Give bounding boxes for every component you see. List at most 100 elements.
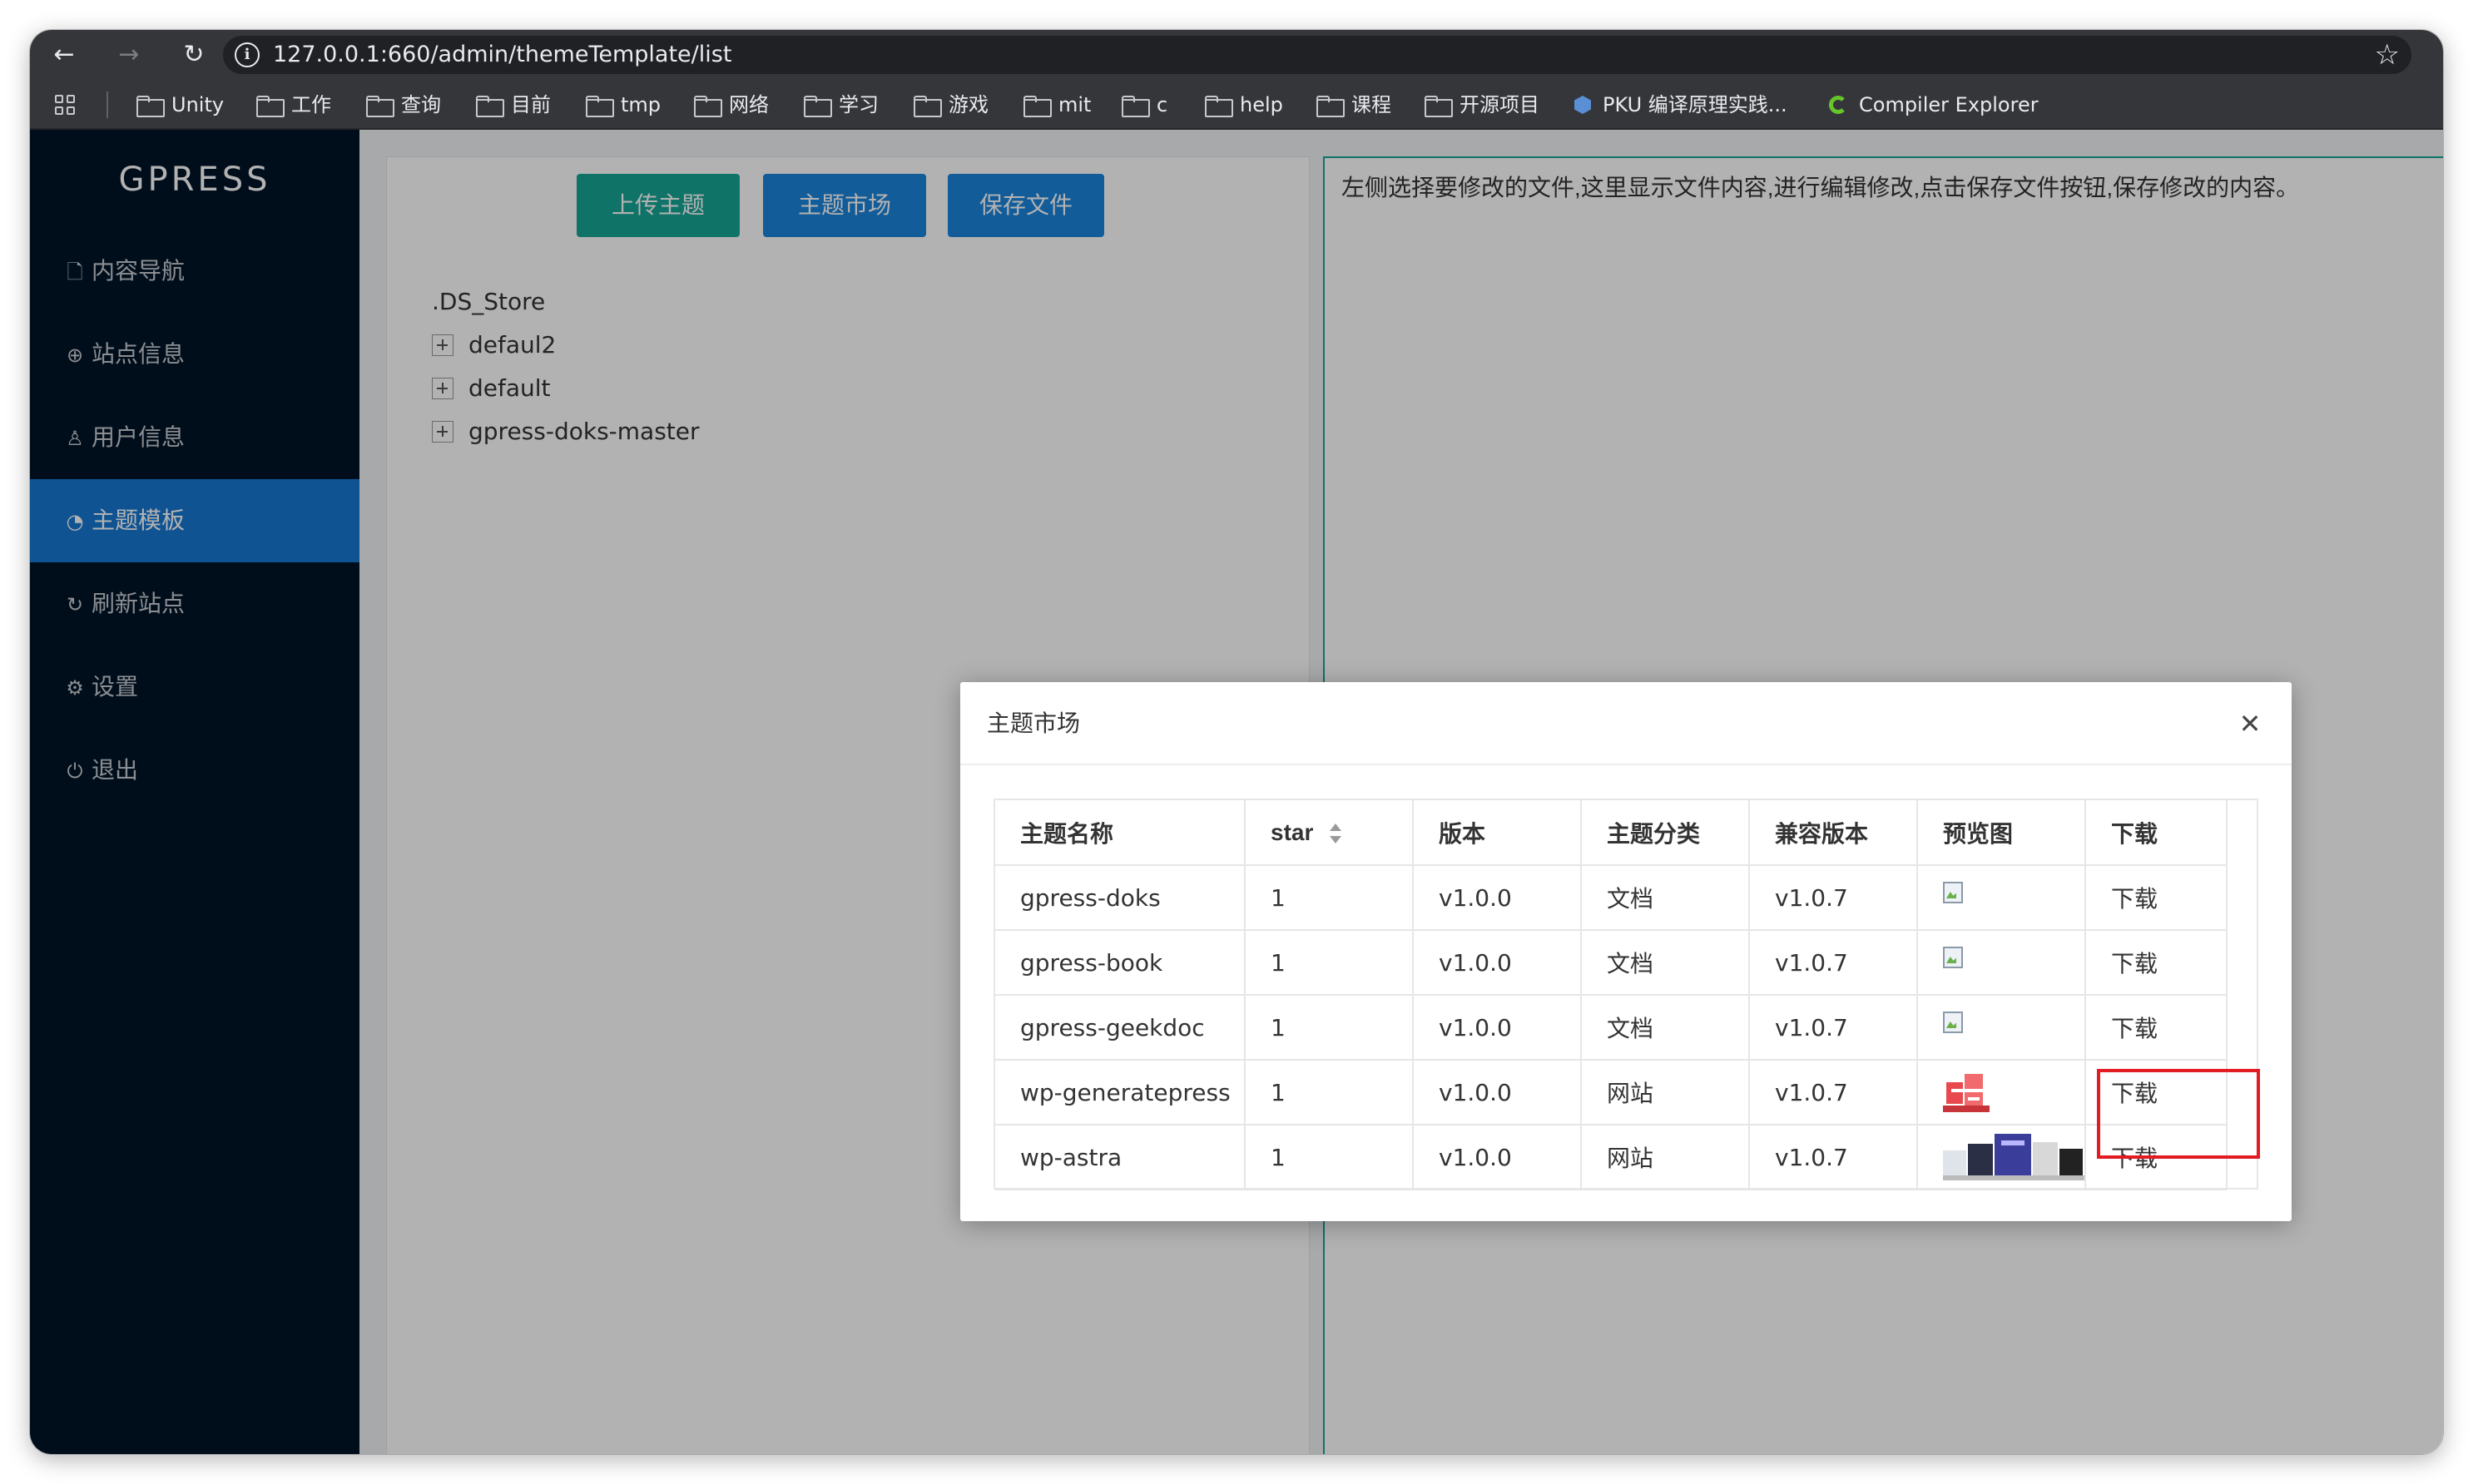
theme-category: 文档 [1581, 865, 1750, 931]
bookmark-unity[interactable]: Unity [136, 80, 224, 130]
folder-icon [1205, 96, 1233, 117]
theme-compat: v1.0.7 [1749, 1125, 1918, 1190]
bookmark-label: help [1240, 93, 1283, 116]
table-row: wp-astra 1 v1.0.0 网站 v1.0.7 下载 [995, 1125, 2228, 1190]
theme-version: v1.0.0 [1413, 995, 1582, 1061]
column-header-version: 版本 [1413, 800, 1582, 866]
column-header-category: 主题分类 [1581, 800, 1750, 866]
theme-preview [1917, 995, 2086, 1061]
theme-star: 1 [1245, 995, 1414, 1061]
bookmark-work[interactable]: 工作 [256, 80, 331, 130]
table-row: wp-generatepress 1 v1.0.0 网站 v1.0.7 下载 [995, 1060, 2228, 1125]
column-header-compat: 兼容版本 [1749, 800, 1918, 866]
broken-image-icon [1943, 1012, 1968, 1036]
download-link[interactable]: 下载 [2085, 865, 2228, 931]
bookmark-label: mit [1058, 93, 1092, 116]
bookmark-label: tmp [621, 93, 662, 116]
bookmarks-bar: Unity 工作 查询 目前 tmp 网络 学习 游戏 mit c help 课… [30, 80, 2443, 130]
theme-preview [1917, 1060, 2086, 1125]
column-header-star[interactable]: star [1245, 800, 1414, 866]
theme-star: 1 [1245, 930, 1414, 996]
bookmark-courses[interactable]: 课程 [1316, 80, 1391, 130]
compiler-explorer-icon [1829, 96, 1847, 114]
folder-icon [1425, 96, 1453, 117]
table-header-row: 主题名称 star 版本 主题分类 兼容版本 预览图 下载 [995, 800, 2228, 866]
folder-icon [694, 96, 722, 117]
bookmark-open-source[interactable]: 开源项目 [1425, 80, 1539, 130]
bookmark-mit[interactable]: mit [1023, 80, 1091, 130]
bookmark-label: 开源项目 [1460, 93, 1539, 116]
theme-compat: v1.0.7 [1749, 930, 1918, 996]
bookmark-label: 游戏 [949, 93, 989, 116]
bookmark-pku-compiler[interactable]: PKU 编译原理实践... [1574, 80, 1787, 130]
bookmarks-divider [107, 92, 108, 118]
folder-icon [366, 96, 394, 117]
theme-name: wp-astra [995, 1125, 1246, 1190]
bookmark-compiler-explorer[interactable]: Compiler Explorer [1829, 80, 2039, 130]
bookmark-label: 学习 [839, 93, 879, 116]
site-info-icon[interactable]: i [235, 42, 260, 67]
download-link[interactable]: 下载 [2085, 995, 2228, 1061]
close-icon[interactable]: ✕ [2232, 705, 2268, 742]
bookmark-network[interactable]: 网络 [694, 80, 769, 130]
theme-preview [1917, 865, 2086, 931]
address-bar[interactable]: i 127.0.0.1:660/admin/themeTemplate/list… [223, 36, 2411, 74]
column-header-download: 下载 [2085, 800, 2228, 866]
bookmark-games[interactable]: 游戏 [914, 80, 989, 130]
theme-compat: v1.0.7 [1749, 865, 1918, 931]
theme-compat: v1.0.7 [1749, 1060, 1918, 1125]
theme-name: gpress-book [995, 930, 1246, 996]
astra-thumbnail[interactable] [1943, 1134, 2084, 1180]
download-link[interactable]: 下载 [2085, 930, 2228, 996]
browser-window: ← → ↻ i 127.0.0.1:660/admin/themeTemplat… [30, 30, 2443, 1454]
bookmark-help[interactable]: help [1205, 80, 1283, 130]
folder-icon [136, 96, 165, 117]
theme-category: 网站 [1581, 1125, 1750, 1190]
theme-name: gpress-doks [995, 865, 1246, 931]
bookmark-study[interactable]: 学习 [804, 80, 879, 130]
dialog-title: 主题市场 [987, 710, 1081, 736]
folder-icon [1122, 96, 1150, 117]
bookmark-current[interactable]: 目前 [476, 80, 551, 130]
theme-category: 文档 [1581, 995, 1750, 1061]
bookmark-query[interactable]: 查询 [366, 80, 441, 130]
bookmark-label: 查询 [401, 93, 441, 116]
url-text[interactable]: 127.0.0.1:660/admin/themeTemplate/list [273, 36, 731, 74]
folder-icon [256, 96, 285, 117]
dialog-header: 主题市场 ✕ [960, 682, 2292, 765]
theme-version: v1.0.0 [1413, 1125, 1582, 1190]
theme-table: 主题名称 star 版本 主题分类 兼容版本 预览图 下载 gpress-dok… [994, 799, 2258, 1190]
bookmark-label: 工作 [291, 93, 331, 116]
sort-icon[interactable] [1330, 824, 1342, 844]
bookmark-star-icon[interactable]: ☆ [2375, 36, 2400, 74]
browser-toolbar: ← → ↻ i 127.0.0.1:660/admin/themeTemplat… [30, 30, 2443, 80]
back-arrow-icon[interactable]: ← [47, 37, 82, 72]
reload-icon[interactable]: ↻ [176, 37, 211, 72]
folder-icon [476, 96, 504, 117]
folder-icon [586, 96, 614, 117]
bookmark-c[interactable]: c [1122, 80, 1167, 130]
generatepress-thumbnail[interactable] [1943, 1071, 1990, 1114]
forward-arrow-icon[interactable]: → [112, 37, 146, 72]
theme-star: 1 [1245, 1060, 1414, 1125]
column-header-preview: 预览图 [1917, 800, 2086, 866]
bookmark-label: c [1157, 93, 1168, 116]
bookmark-label: PKU 编译原理实践... [1603, 93, 1787, 116]
theme-preview [1917, 930, 2086, 996]
theme-star: 1 [1245, 865, 1414, 931]
highlight-box [2097, 1069, 2260, 1159]
column-header-label: star [1271, 819, 1314, 845]
broken-image-icon [1943, 947, 1968, 972]
bookmark-tmp[interactable]: tmp [586, 80, 661, 130]
bookmark-label: Compiler Explorer [1859, 93, 2039, 116]
theme-compat: v1.0.7 [1749, 995, 1918, 1061]
theme-category: 文档 [1581, 930, 1750, 996]
table-row: gpress-geekdoc 1 v1.0.0 文档 v1.0.7 下载 [995, 995, 2228, 1061]
bookmark-label: 目前 [511, 93, 551, 116]
bookmark-label: 网络 [729, 93, 769, 116]
apps-grid-icon[interactable] [55, 95, 77, 116]
broken-image-icon [1943, 882, 1968, 907]
column-header-name: 主题名称 [995, 800, 1246, 866]
theme-star: 1 [1245, 1125, 1414, 1190]
theme-version: v1.0.0 [1413, 930, 1582, 996]
